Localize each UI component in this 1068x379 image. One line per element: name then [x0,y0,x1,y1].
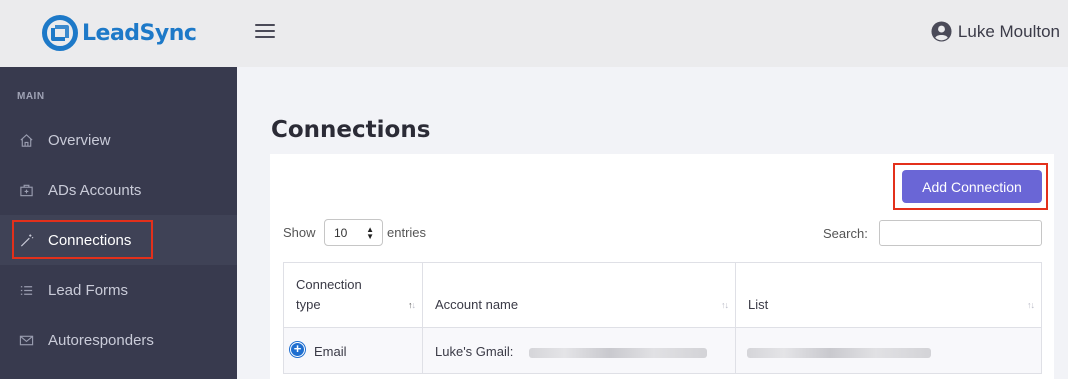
user-menu[interactable]: Luke Moulton [931,21,1060,42]
column-header-label: type [296,297,321,312]
user-avatar-icon [931,21,952,42]
connection-type-value: Email [314,344,347,359]
leadsync-logo-icon [42,15,78,51]
select-arrows-icon: ▲ ▼ [366,225,374,241]
menu-toggle-icon[interactable] [255,24,275,40]
sort-icon: ↑↓ [408,300,416,310]
show-label: Show [283,225,316,240]
table-cell-list [735,328,1042,374]
brand-logo[interactable]: LeadSync [41,14,197,52]
brand-name: LeadSync [82,20,197,46]
sidebar-item-label: Overview [48,131,111,149]
sidebar-item-lead-forms[interactable]: Lead Forms [0,265,237,315]
column-header-label: Connection [296,277,362,292]
add-connection-highlight-box [893,163,1048,210]
envelope-icon [18,332,34,348]
search-input[interactable] [879,220,1042,246]
account-name-value: Luke's Gmail: [435,344,514,359]
column-header-label: List [748,297,769,312]
column-header-connection-type[interactable]: Connection type ↑↓ [283,262,422,328]
sidebar-item-label: Autoresponders [48,331,154,349]
sort-icon: ↑↓ [1027,300,1035,310]
list-icon [18,282,34,298]
sidebar-item-ads-accounts[interactable]: ADs Accounts [0,165,237,215]
column-header-label: Account name [435,297,519,312]
search-label: Search: [823,226,868,241]
entries-select-value: 10 [334,225,348,240]
expand-row-icon[interactable]: + [290,342,305,357]
entries-per-page-select[interactable]: 10 ▲ ▼ [324,219,383,246]
top-bar: LeadSync Luke Moulton [0,0,1068,67]
column-header-account-name[interactable]: Account name ↑↓ [422,262,735,328]
sidebar-item-label: ADs Accounts [48,181,142,199]
sidebar-section-label: MAIN [17,91,45,102]
connections-highlight-box [12,220,153,259]
table-cell-account-name: Luke's Gmail: [422,328,735,374]
briefcase-icon [18,182,34,198]
column-header-list[interactable]: List ↑↓ [735,262,1042,328]
redacted-list-name [747,348,931,358]
sort-icon: ↑↓ [721,300,729,310]
user-name: Luke Moulton [957,21,1060,41]
sidebar-item-label: Lead Forms [48,281,129,299]
sidebar-item-overview[interactable]: Overview [0,115,237,165]
entries-label: entries [387,225,427,240]
sidebar-item-autoresponders[interactable]: Autoresponders [0,315,237,365]
redacted-account-email [529,348,707,358]
home-icon [18,132,34,148]
page-title: Connections [271,117,431,143]
table-cell-connection-type: + Email [283,328,422,374]
